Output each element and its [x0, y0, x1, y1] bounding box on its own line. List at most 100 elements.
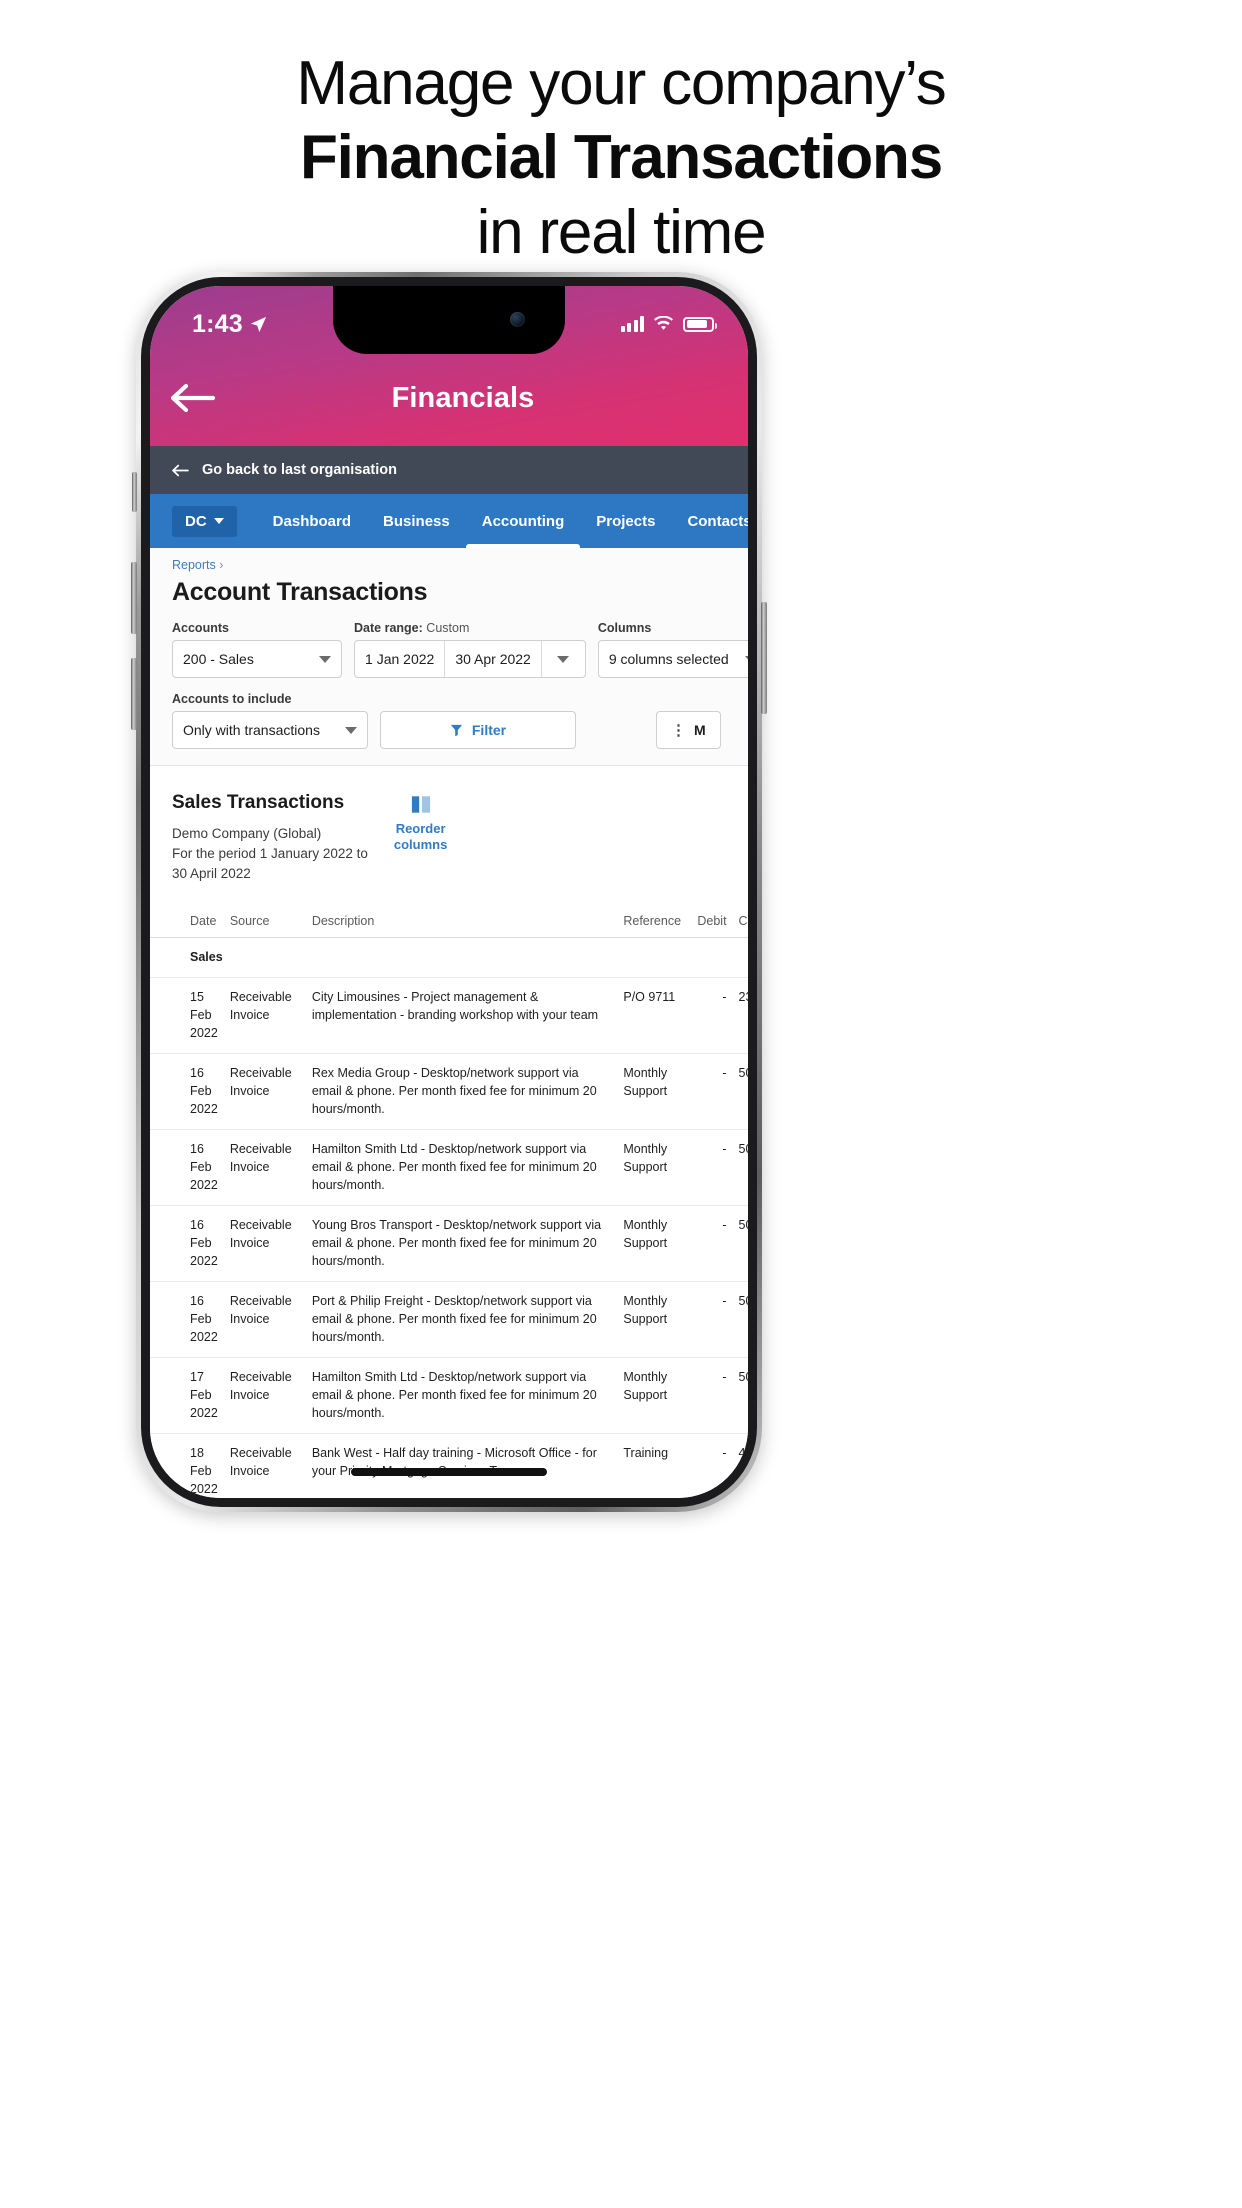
table-row[interactable]: 15 Feb 2022 Receivable Invoice City Limo… [150, 977, 748, 1054]
cell-credit: 500.00 [732, 1357, 748, 1434]
app-hero-header: 1:43 Financials [150, 286, 748, 446]
nav-item-projects[interactable]: Projects [580, 494, 671, 548]
report-scroll-viewport[interactable]: Reports › Account Transactions Accounts … [150, 548, 748, 1498]
headline-line-3: in real time [476, 198, 767, 267]
cell-credit: 500.00 [732, 1205, 748, 1282]
phone-mockup: 1:43 Financials Go back to last organisa… [131, 272, 767, 1512]
nav-item-accounting[interactable]: Accounting [465, 494, 581, 548]
report-page-title: Account Transactions [172, 578, 428, 606]
cell-credit: 230.95 [732, 977, 748, 1054]
organisation-initials: DC [185, 512, 207, 530]
columns-select[interactable]: 9 columns selected [597, 640, 748, 678]
date-from-input[interactable]: 1 Jan 2022 [355, 641, 444, 677]
col-description[interactable]: Description [305, 914, 618, 938]
cell-date: 16 Feb 2022 [150, 1053, 224, 1130]
table-row[interactable]: 16 Feb 2022 Receivable Invoice Rex Media… [150, 1053, 748, 1130]
transactions-table: Date Source Description Reference Debit … [150, 914, 748, 1498]
cell-reference: Monthly Support [617, 1205, 692, 1282]
cell-source: Receivable Invoice [223, 1281, 306, 1358]
nav-label: Contacts [687, 512, 748, 530]
date-range-dropdown-button[interactable] [540, 641, 585, 677]
col-source[interactable]: Source [223, 914, 306, 938]
date-to-input[interactable]: 30 Apr 2022 [444, 641, 541, 677]
group-label: Sales [150, 937, 748, 978]
col-reference[interactable]: Reference [617, 914, 692, 938]
mute-switch[interactable] [132, 472, 137, 512]
vertical-dots-icon: ⋮ [671, 722, 687, 739]
nav-item-business[interactable]: Business [367, 494, 466, 548]
volume-up-button[interactable] [131, 562, 137, 634]
status-bar-time: 1:43 [192, 309, 243, 338]
filter-button[interactable]: Filter [380, 711, 576, 749]
reorder-columns-label-1: Reorder [395, 821, 446, 836]
accounts-select[interactable]: 200 - Sales [172, 640, 343, 678]
cell-description: Hamilton Smith Ltd - Desktop/network sup… [305, 1129, 618, 1206]
accounts-to-include-select[interactable]: Only with transactions [172, 711, 368, 749]
transactions-table-head: Date Source Description Reference Debit … [150, 914, 748, 938]
cell-debit: - [691, 1357, 733, 1434]
cell-reference: Training [617, 1433, 692, 1498]
date-range-mode: Custom [426, 621, 470, 635]
cell-source: Receivable Invoice [223, 1053, 306, 1130]
cell-description: Rex Media Group - Desktop/network suppor… [305, 1053, 618, 1130]
table-row[interactable]: 18 Feb 2022 Receivable Invoice Bank West… [150, 1433, 748, 1498]
cell-description: City Limousines - Project management & i… [305, 977, 618, 1054]
cell-description: Bank West - Half day training - Microsof… [305, 1433, 618, 1498]
report-subtitle: Demo Company (Global) For the period 1 J… [172, 824, 368, 884]
nav-item-contacts[interactable]: Contacts [671, 494, 748, 548]
report-period-line-1: For the period 1 January 2022 to [172, 846, 368, 861]
table-row[interactable]: 17 Feb 2022 Receivable Invoice Hamilton … [150, 1357, 748, 1434]
cell-description: Port & Philip Freight - Desktop/network … [305, 1281, 618, 1358]
device-notch [333, 286, 565, 354]
cell-date: 16 Feb 2022 [150, 1129, 224, 1206]
wifi-icon [654, 316, 673, 330]
columns-icon [411, 796, 430, 813]
report-title: Sales Transactions [172, 792, 345, 813]
col-date[interactable]: Date [150, 914, 224, 938]
power-button[interactable] [761, 602, 767, 714]
battery-icon [683, 316, 717, 332]
reorder-columns-button[interactable]: Reorder columns [394, 792, 447, 853]
status-bar-left: 1:43 [192, 310, 267, 339]
organisation-switcher-button[interactable]: DC [172, 505, 237, 537]
report-period-line-2: 30 April 2022 [172, 866, 251, 881]
breadcrumb-item-reports[interactable]: Reports [172, 558, 216, 572]
report-header-area: Reports › Account Transactions Accounts … [150, 548, 748, 765]
nav-label: Dashboard [272, 512, 352, 530]
report-company: Demo Company (Global) [172, 826, 322, 841]
more-actions-button[interactable]: ⋮ M [656, 711, 721, 749]
date-range-control[interactable]: 1 Jan 2022 30 Apr 2022 [354, 640, 586, 678]
cell-debit: - [691, 1205, 733, 1282]
cell-date: 16 Feb 2022 [150, 1281, 224, 1358]
go-back-label: Go back to last organisation [202, 462, 397, 478]
cell-reference: Monthly Support [617, 1129, 692, 1206]
table-row[interactable]: 16 Feb 2022 Receivable Invoice Port & Ph… [150, 1281, 748, 1358]
accounts-select-value: 200 - Sales [183, 651, 254, 667]
nav-label: Business [383, 512, 450, 530]
location-arrow-icon [250, 316, 266, 332]
cell-debit: - [691, 1053, 733, 1130]
volume-down-button[interactable] [131, 658, 137, 730]
cell-source: Receivable Invoice [223, 977, 306, 1054]
table-row[interactable]: 16 Feb 2022 Receivable Invoice Hamilton … [150, 1129, 748, 1206]
col-credit[interactable]: Credit [732, 914, 748, 938]
report-sheet-header: Sales Transactions Demo Company (Global)… [150, 792, 748, 884]
chevron-down-icon [319, 655, 332, 663]
breadcrumb[interactable]: Reports › [150, 556, 748, 572]
table-row[interactable]: 16 Feb 2022 Receivable Invoice Young Bro… [150, 1205, 748, 1282]
reorder-columns-label-2: columns [393, 837, 448, 852]
cell-debit: - [691, 1281, 733, 1358]
cell-source: Receivable Invoice [223, 1357, 306, 1434]
cell-credit: 500.00 [732, 1281, 748, 1358]
go-back-to-organisation-bar[interactable]: Go back to last organisation [150, 446, 748, 494]
cell-date: 17 Feb 2022 [150, 1357, 224, 1434]
nav-label: Projects [596, 512, 656, 530]
filter-accounts-to-include: Accounts to include Only with transactio… [172, 692, 368, 749]
filter-date-range: Date range: Custom 1 Jan 2022 30 Apr 202… [354, 621, 586, 678]
cell-source: Receivable Invoice [223, 1205, 306, 1282]
cellular-signal-icon [620, 316, 644, 332]
cell-reference: Monthly Support [617, 1053, 692, 1130]
col-debit[interactable]: Debit [691, 914, 733, 938]
nav-item-dashboard[interactable]: Dashboard [257, 494, 367, 548]
home-indicator[interactable] [351, 1468, 547, 1476]
